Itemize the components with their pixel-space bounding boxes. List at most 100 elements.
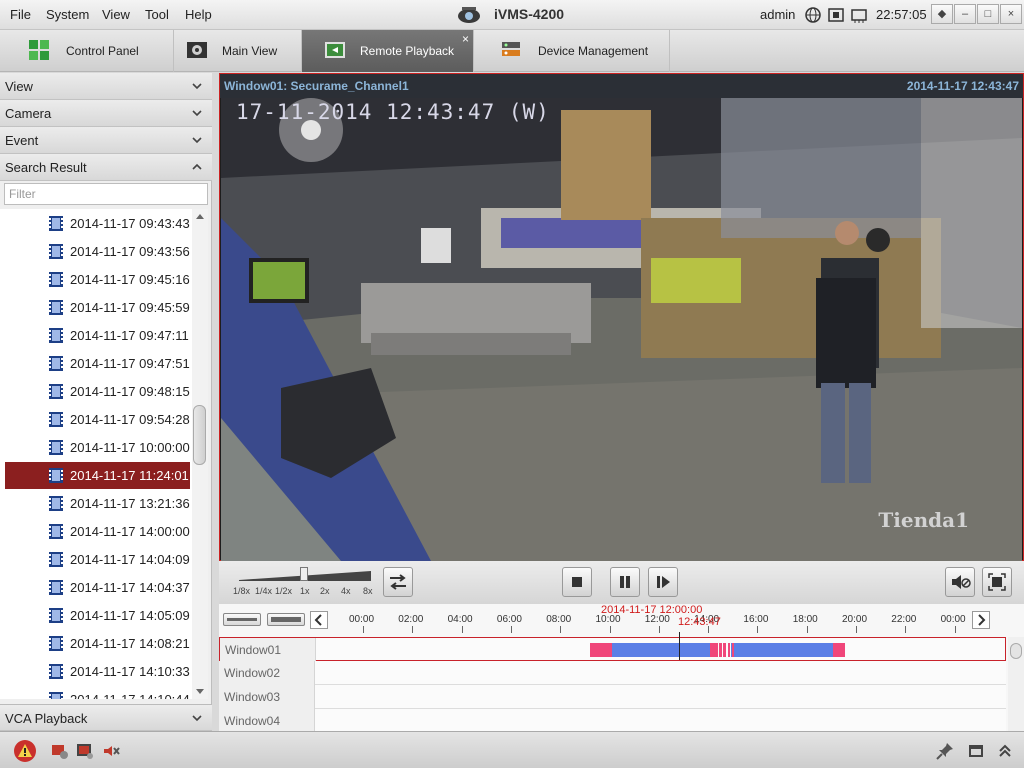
result-item[interactable]: 2014-11-17 09:54:28 bbox=[5, 406, 190, 433]
menu-file[interactable]: File bbox=[10, 7, 31, 22]
timeline-cursor[interactable] bbox=[679, 632, 680, 660]
timeline-scroll-thumb[interactable] bbox=[1010, 643, 1022, 659]
result-item[interactable]: 2014-11-17 14:10:44 bbox=[5, 686, 190, 699]
menu-help[interactable]: Help bbox=[185, 7, 212, 22]
result-item[interactable]: 2014-11-17 14:05:09 bbox=[5, 602, 190, 629]
result-item[interactable]: 2014-11-17 14:04:37 bbox=[5, 574, 190, 601]
tab-main-view[interactable]: Main View bbox=[174, 30, 302, 72]
result-item[interactable]: 2014-11-17 14:10:33 bbox=[5, 658, 190, 685]
recording-segment[interactable] bbox=[731, 643, 833, 657]
lock-button[interactable]: ◆ bbox=[931, 4, 953, 24]
tab-label: Remote Playback bbox=[360, 44, 455, 58]
timeline-row[interactable]: Window03 bbox=[219, 685, 1006, 709]
timeline-tick bbox=[510, 626, 512, 633]
audio-disabled-icon[interactable] bbox=[101, 741, 121, 761]
record-alarm-icon[interactable] bbox=[50, 741, 70, 761]
pause-button[interactable] bbox=[610, 567, 640, 597]
section-search-result[interactable]: Search Result bbox=[0, 154, 212, 181]
tab-remote-playback[interactable]: Remote Playback × bbox=[302, 30, 474, 72]
ram-icon[interactable] bbox=[850, 6, 868, 24]
result-item[interactable]: 2014-11-17 14:08:21 bbox=[5, 630, 190, 657]
section-view[interactable]: View bbox=[0, 73, 212, 100]
globe-icon[interactable] bbox=[804, 6, 822, 24]
frame-forward-button[interactable] bbox=[648, 567, 678, 597]
timeline-prev-button[interactable] bbox=[310, 611, 328, 629]
result-item[interactable]: 2014-11-17 11:24:01 bbox=[5, 462, 190, 489]
video-file-icon bbox=[49, 692, 63, 699]
recording-segment[interactable] bbox=[590, 643, 612, 657]
timeline-row-label: Window02 bbox=[224, 666, 281, 680]
clip-settings-button[interactable] bbox=[383, 567, 413, 597]
timeline-row[interactable]: Window01 bbox=[219, 632, 1006, 662]
tab-control-panel[interactable]: Control Panel bbox=[0, 30, 174, 72]
user-name[interactable]: admin bbox=[760, 7, 795, 22]
timeline-tick-label: 08:00 bbox=[546, 614, 572, 625]
menu-view[interactable]: View bbox=[102, 7, 130, 22]
speed-option[interactable]: 4x bbox=[341, 586, 351, 596]
timeline-cursor-date: 2014-11-17 12:00:00 bbox=[601, 604, 703, 616]
close-button[interactable]: × bbox=[1000, 4, 1022, 24]
speed-option[interactable]: 1x bbox=[300, 586, 310, 596]
section-vca-playback[interactable]: VCA Playback bbox=[0, 704, 212, 731]
cpu-icon[interactable] bbox=[827, 6, 845, 24]
result-item[interactable]: 2014-11-17 13:21:36 bbox=[5, 490, 190, 517]
collapse-up-icon[interactable] bbox=[995, 741, 1015, 761]
window-icon[interactable] bbox=[966, 741, 986, 761]
recording-segment[interactable] bbox=[728, 643, 730, 657]
tab-close-icon[interactable]: × bbox=[462, 32, 469, 46]
scroll-down-icon[interactable] bbox=[196, 689, 204, 695]
recording-segment[interactable] bbox=[732, 643, 734, 657]
scroll-up-icon[interactable] bbox=[196, 213, 204, 219]
timeline-row-header: Window04 bbox=[219, 709, 315, 733]
timeline-tick bbox=[658, 626, 660, 633]
result-item[interactable]: 2014-11-17 09:43:56 bbox=[5, 238, 190, 265]
menu-system[interactable]: System bbox=[46, 7, 89, 22]
section-camera[interactable]: Camera bbox=[0, 100, 212, 127]
timeline-tick bbox=[461, 626, 463, 633]
result-item[interactable]: 2014-11-17 14:00:00 bbox=[5, 518, 190, 545]
timeline-next-button[interactable] bbox=[972, 611, 990, 629]
speed-option[interactable]: 1/8x bbox=[233, 586, 250, 596]
image-capture-icon[interactable] bbox=[75, 741, 95, 761]
timeline-row[interactable]: Window02 bbox=[219, 661, 1006, 685]
result-item[interactable]: 2014-11-17 09:45:16 bbox=[5, 266, 190, 293]
speed-option[interactable]: 1/2x bbox=[275, 586, 292, 596]
mute-button[interactable] bbox=[945, 567, 975, 597]
video-window[interactable]: Window01: Securame_Channel1 2014-11-17 1… bbox=[219, 73, 1024, 561]
tab-device-management[interactable]: Device Management bbox=[474, 30, 670, 72]
result-item[interactable]: 2014-11-17 09:47:51 bbox=[5, 350, 190, 377]
speed-option[interactable]: 1/4x bbox=[255, 586, 272, 596]
lock-icon: ◆ bbox=[937, 8, 947, 20]
result-item[interactable]: 2014-11-17 09:45:59 bbox=[5, 294, 190, 321]
fullscreen-button[interactable] bbox=[982, 567, 1012, 597]
speed-option[interactable]: 2x bbox=[320, 586, 330, 596]
speed-slider-thumb[interactable] bbox=[300, 567, 308, 581]
restore-button[interactable]: □ bbox=[977, 4, 999, 24]
filter-input[interactable] bbox=[4, 183, 208, 205]
alarm-warning-icon[interactable] bbox=[13, 739, 37, 763]
menu-tool[interactable]: Tool bbox=[145, 7, 169, 22]
zoom-in-button[interactable] bbox=[267, 613, 305, 626]
recording-segment[interactable] bbox=[719, 643, 722, 657]
recording-segment[interactable] bbox=[710, 643, 718, 657]
minimize-button[interactable]: – bbox=[954, 4, 976, 24]
recording-segment[interactable] bbox=[833, 643, 845, 657]
timeline-scrollbar[interactable] bbox=[1008, 637, 1024, 731]
result-item[interactable]: 2014-11-17 10:00:00 bbox=[5, 434, 190, 461]
speed-option[interactable]: 8x bbox=[363, 586, 373, 596]
recording-segment[interactable] bbox=[723, 643, 726, 657]
scroll-thumb[interactable] bbox=[193, 405, 206, 465]
result-item[interactable]: 2014-11-17 09:48:15 bbox=[5, 378, 190, 405]
timeline-row[interactable]: Window04 bbox=[219, 709, 1006, 733]
recording-segment[interactable] bbox=[612, 643, 710, 657]
section-event[interactable]: Event bbox=[0, 127, 212, 154]
stop-button[interactable] bbox=[562, 567, 592, 597]
zoom-out-button[interactable] bbox=[223, 613, 261, 626]
result-item[interactable]: 2014-11-17 09:43:43 bbox=[5, 210, 190, 237]
pin-icon[interactable] bbox=[935, 741, 955, 761]
chevron-down-icon bbox=[192, 83, 202, 90]
restore-icon: □ bbox=[984, 8, 992, 20]
result-item[interactable]: 2014-11-17 14:04:09 bbox=[5, 546, 190, 573]
section-label: Event bbox=[5, 133, 39, 148]
result-item[interactable]: 2014-11-17 09:47:11 bbox=[5, 322, 190, 349]
